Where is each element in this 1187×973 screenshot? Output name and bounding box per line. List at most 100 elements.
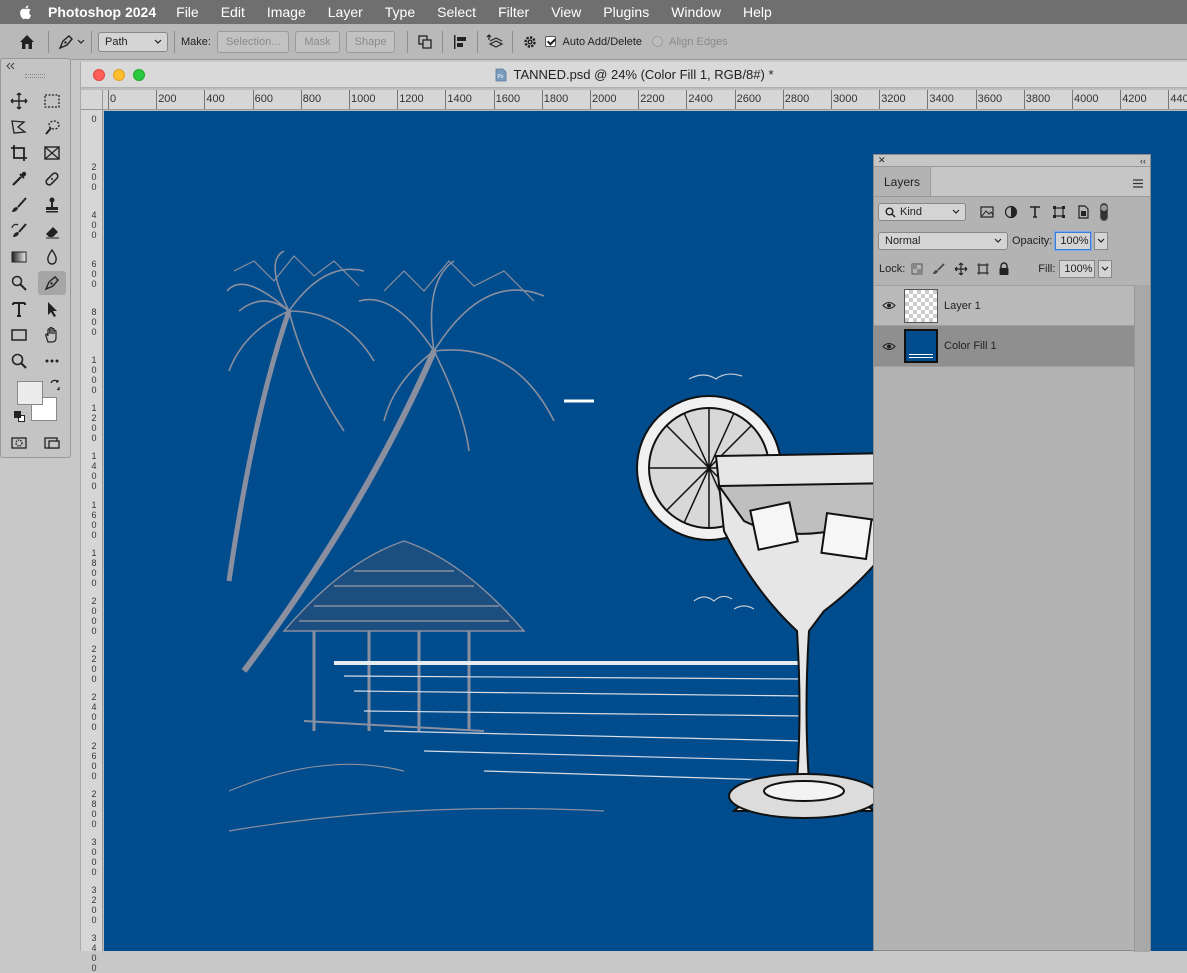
menu-filter[interactable]: Filter	[498, 4, 529, 20]
pen-mode-select[interactable]: Path	[98, 31, 168, 52]
minimize-window-button[interactable]	[113, 69, 125, 81]
separator	[477, 30, 479, 53]
eyedropper-tool-icon[interactable]	[5, 167, 33, 191]
lock-all-icon[interactable]	[998, 262, 1010, 276]
layer-row-layer-1[interactable]: Layer 1	[874, 285, 1134, 326]
crop-tool-icon[interactable]	[5, 141, 33, 165]
make-selection-button[interactable]: Selection...	[216, 30, 290, 53]
make-mask-button[interactable]: Mask	[295, 30, 340, 53]
lock-image-pixels-icon[interactable]	[932, 262, 946, 276]
pen-tool-icon[interactable]	[38, 271, 66, 295]
filter-toggle-switch[interactable]	[1100, 203, 1108, 221]
menu-file[interactable]: File	[176, 4, 199, 20]
tab-layers[interactable]: Layers	[874, 167, 932, 196]
horizontal-ruler[interactable]: 0 200 400 600 800 1000 1200 1400 1600 1800 2000 220…	[103, 90, 1187, 110]
chevron-down-icon[interactable]	[77, 38, 85, 46]
layers-panel-header: ✕ ‹‹	[874, 155, 1150, 167]
pen-tool-preset-icon[interactable]	[55, 31, 77, 53]
lock-position-icon[interactable]	[954, 262, 968, 276]
move-tool-icon[interactable]	[5, 89, 33, 113]
visibility-eye-icon[interactable]	[874, 301, 904, 310]
menu-window[interactable]: Window	[671, 4, 721, 20]
ruler-tick	[638, 90, 640, 109]
vertical-ruler[interactable]: 0 2 0 0 4 0 0 6 0 0 8 0 0 1 0 0 0 1 2 0 0 1 4 0…	[81, 110, 103, 973]
app-name[interactable]: Photoshop 2024	[48, 4, 156, 20]
adjustment-layer-filter-icon[interactable]	[1004, 205, 1018, 219]
menu-type[interactable]: Type	[385, 4, 415, 20]
layers-panel: ✕ ‹‹ Layers Kind Normal Opacity: 100% Lo…	[873, 154, 1151, 952]
layer-row-color-fill-1[interactable]: Color Fill 1	[874, 326, 1134, 367]
blend-mode-select[interactable]: Normal	[878, 232, 1008, 250]
default-colors-icon[interactable]	[14, 411, 26, 423]
type-layer-filter-icon[interactable]	[1028, 205, 1042, 219]
brush-tool-icon[interactable]	[5, 193, 33, 217]
shape-layer-filter-icon[interactable]	[1052, 205, 1066, 219]
menu-view[interactable]: View	[551, 4, 581, 20]
rectangle-tool-icon[interactable]	[5, 323, 33, 347]
hand-tool-icon[interactable]	[38, 323, 66, 347]
ruler-tick	[541, 90, 543, 109]
screen-mode-icon[interactable]	[38, 431, 66, 455]
menu-plugins[interactable]: Plugins	[603, 4, 649, 20]
collapse-panel-icon[interactable]: ‹‹	[1140, 156, 1146, 166]
layer-name[interactable]: Layer 1	[944, 300, 981, 312]
blur-tool-icon[interactable]	[38, 245, 66, 269]
drag-grip[interactable]	[25, 74, 45, 78]
gradient-tool-icon[interactable]	[5, 245, 33, 269]
frame-tool-icon[interactable]	[38, 141, 66, 165]
lock-artboard-icon[interactable]	[976, 262, 990, 276]
history-brush-tool-icon[interactable]	[5, 219, 33, 243]
path-selection-tool-icon[interactable]	[38, 297, 66, 321]
foreground-color-swatch[interactable]	[17, 381, 43, 405]
zoom-window-button[interactable]	[133, 69, 145, 81]
fill-input[interactable]: 100%	[1059, 260, 1096, 278]
ruler-origin[interactable]	[81, 90, 103, 110]
menu-image[interactable]: Image	[267, 4, 306, 20]
close-window-button[interactable]	[93, 69, 105, 81]
gear-icon[interactable]	[519, 31, 541, 53]
menu-select[interactable]: Select	[437, 4, 476, 20]
dodge-tool-icon[interactable]	[5, 271, 33, 295]
home-icon[interactable]	[16, 31, 38, 53]
psd-file-icon: Ps	[496, 68, 507, 81]
align-edges-checkbox[interactable]	[652, 36, 663, 47]
layer-filter-select[interactable]: Kind	[878, 203, 966, 221]
more-tools-icon[interactable]	[38, 349, 66, 373]
lasso-tool-icon[interactable]	[5, 115, 33, 139]
panel-menu-icon[interactable]	[1132, 179, 1144, 188]
swap-colors-icon[interactable]	[49, 379, 61, 394]
make-shape-button[interactable]: Shape	[345, 30, 396, 53]
apple-icon[interactable]	[18, 4, 34, 20]
separator	[442, 30, 444, 53]
menu-edit[interactable]: Edit	[221, 4, 245, 20]
ruler-label: 2 0 0	[91, 162, 97, 193]
clone-stamp-tool-icon[interactable]	[38, 193, 66, 217]
smart-object-filter-icon[interactable]	[1076, 205, 1090, 219]
ruler-tick	[1168, 90, 1170, 109]
layers-scrollbar[interactable]	[1134, 285, 1150, 952]
path-operations-icon[interactable]	[414, 31, 436, 53]
close-panel-icon[interactable]: ✕	[878, 155, 886, 166]
eraser-tool-icon[interactable]	[38, 219, 66, 243]
auto-add-delete-checkbox[interactable]	[545, 36, 557, 47]
lock-transparency-icon[interactable]	[911, 263, 923, 275]
pixel-layer-filter-icon[interactable]	[980, 206, 994, 218]
healing-brush-tool-icon[interactable]	[38, 167, 66, 191]
ruler-label: 3 4 0 0	[91, 933, 97, 973]
quick-selection-tool-icon[interactable]	[38, 115, 66, 139]
marquee-tool-icon[interactable]	[38, 89, 66, 113]
fill-dropdown-button[interactable]	[1098, 260, 1113, 278]
ruler-tick	[1072, 90, 1073, 109]
visibility-eye-icon[interactable]	[874, 342, 904, 351]
quick-mask-icon[interactable]	[5, 431, 33, 455]
layer-name[interactable]: Color Fill 1	[944, 340, 997, 352]
opacity-dropdown-button[interactable]	[1094, 232, 1109, 250]
zoom-tool-icon[interactable]	[5, 349, 33, 373]
menu-layer[interactable]: Layer	[328, 4, 363, 20]
path-alignment-icon[interactable]	[449, 31, 471, 53]
type-tool-icon[interactable]	[5, 297, 33, 321]
opacity-input[interactable]: 100%	[1055, 232, 1092, 250]
path-arrangement-icon[interactable]	[484, 31, 506, 53]
collapse-icon[interactable]	[5, 62, 15, 70]
menu-help[interactable]: Help	[743, 4, 772, 20]
